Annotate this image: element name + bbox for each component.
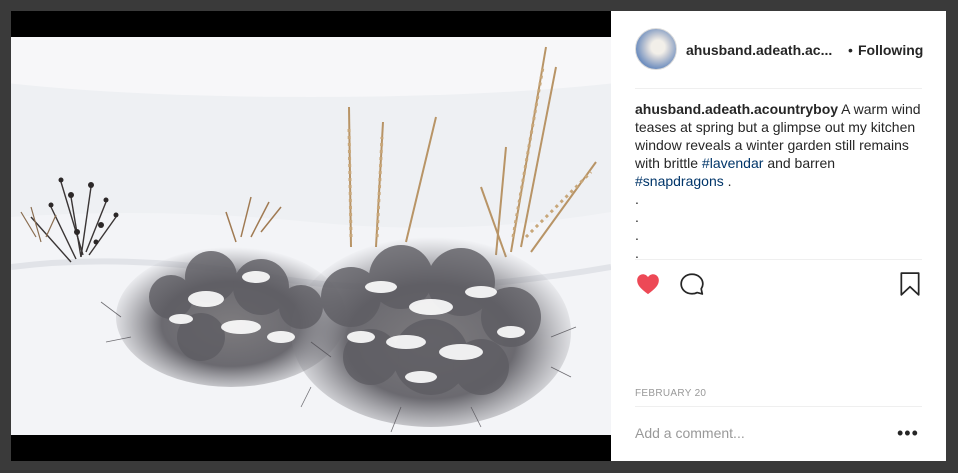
post-date[interactable]: FEBRUARY 20 (635, 388, 706, 399)
post-actions (635, 269, 925, 299)
post-media (11, 11, 611, 461)
comment-divider (635, 406, 922, 407)
add-comment-input[interactable]: Add a comment... (635, 425, 875, 441)
caption-text-end: . (727, 173, 732, 189)
caption-text-middle: and barren (767, 155, 836, 171)
more-options-icon[interactable]: ••• (897, 423, 919, 444)
hashtag-snapdragons[interactable]: #snapdragons (635, 173, 724, 189)
post-caption: ahusband.adeath.acountryboy A warm wind … (635, 100, 925, 262)
caption-dot: . (635, 191, 639, 207)
hashtag-lavendar[interactable]: #lavendar (702, 155, 764, 171)
comment-box: Add a comment... ••• (635, 423, 925, 445)
post-header: ahusband.adeath.ac... • Following (611, 11, 946, 88)
post-username[interactable]: ahusband.adeath.ac... (686, 42, 832, 58)
follow-separator: • (848, 42, 853, 58)
bookmark-icon[interactable] (897, 271, 923, 297)
header-divider (635, 88, 922, 89)
caption-dot: . (635, 209, 639, 225)
caption-dot: . (635, 227, 639, 243)
post-side-panel: ahusband.adeath.ac... • Following ahusba… (611, 11, 946, 461)
following-button[interactable]: Following (858, 42, 923, 58)
snowy-garden-image (11, 37, 611, 435)
comment-icon[interactable] (679, 271, 705, 297)
post-photo[interactable] (11, 37, 611, 435)
avatar[interactable] (635, 28, 677, 70)
caption-username[interactable]: ahusband.adeath.acountryboy (635, 101, 838, 117)
heart-icon[interactable] (635, 271, 661, 297)
actions-divider (635, 259, 922, 260)
